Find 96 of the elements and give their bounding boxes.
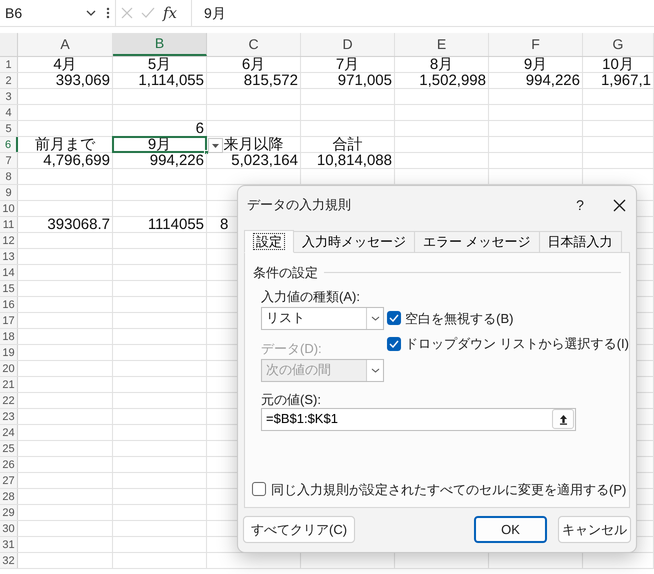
- row-header[interactable]: 31: [0, 537, 18, 552]
- checkbox-label: 同じ入力規則が設定されたすべてのセルに変更を適用する(P): [271, 480, 626, 499]
- row-header[interactable]: 19: [0, 345, 18, 360]
- upload-arrow-icon: [558, 414, 568, 424]
- tab[interactable]: 日本語入力: [538, 231, 622, 253]
- close-icon[interactable]: [613, 198, 626, 212]
- cell-text: 393,069: [56, 72, 110, 88]
- row-header[interactable]: 25: [0, 441, 18, 456]
- insert-function-button[interactable]: fx: [163, 2, 178, 24]
- row-header[interactable]: 16: [0, 297, 18, 312]
- caret-icon: [370, 316, 380, 320]
- checkbox[interactable]: [252, 482, 266, 496]
- checkbox-label: ドロップダウン リストから選択する(I): [405, 335, 629, 353]
- row-header[interactable]: 21: [0, 377, 18, 392]
- row-header[interactable]: 4: [0, 105, 18, 120]
- cell-text: 815,572: [244, 72, 298, 88]
- cell-text: 9月: [524, 56, 548, 72]
- dialog-button[interactable]: OK: [474, 516, 547, 543]
- cell-text: 994,226: [150, 152, 204, 168]
- row-header[interactable]: 30: [0, 521, 18, 536]
- row-header[interactable]: 27: [0, 473, 18, 488]
- row-header[interactable]: 20: [0, 361, 18, 376]
- cell-text: 10月: [602, 56, 634, 72]
- column-header[interactable]: F: [489, 33, 583, 56]
- dialog-button[interactable]: すべてクリア(C): [243, 516, 356, 543]
- cell-text: 4,796,699: [43, 152, 110, 168]
- column-header[interactable]: D: [301, 33, 395, 56]
- allow-dropdown[interactable]: リスト: [261, 306, 384, 330]
- checkbox[interactable]: [387, 336, 402, 351]
- formula-value: 9月: [204, 4, 226, 22]
- cell-text: 1,502,998: [419, 72, 486, 88]
- row-header[interactable]: 17: [0, 313, 18, 328]
- cell-text: 1114055: [148, 216, 204, 232]
- row-header[interactable]: 26: [0, 457, 18, 472]
- row-header[interactable]: 7: [0, 153, 18, 168]
- cell-text: 来月以降: [224, 136, 284, 152]
- more-icon[interactable]: [106, 7, 110, 19]
- cell-text: 6: [196, 120, 204, 136]
- row-header[interactable]: 5: [0, 121, 18, 136]
- cell-text: 1,114,055: [138, 72, 204, 88]
- cell-text: 393068.7: [47, 216, 110, 232]
- row-header[interactable]: 1: [0, 57, 18, 72]
- data-label: データ(D):: [261, 340, 323, 358]
- dialog-button[interactable]: キャンセル: [558, 516, 631, 543]
- cell-text: 前月まで: [35, 136, 95, 152]
- cell-text: 1,967,1: [600, 72, 651, 88]
- row-header[interactable]: 15: [0, 281, 18, 296]
- row-header[interactable]: 24: [0, 425, 18, 440]
- row-header[interactable]: 6: [0, 137, 18, 152]
- caret-icon: [212, 144, 219, 148]
- row-header[interactable]: 14: [0, 265, 18, 280]
- cell-text: 10,814,088: [316, 152, 392, 168]
- tab[interactable]: 設定: [244, 230, 294, 253]
- group-title: 条件の設定: [253, 264, 318, 282]
- cell-text: 8: [220, 216, 228, 232]
- check-icon[interactable]: [141, 7, 155, 19]
- row-header[interactable]: 28: [0, 489, 18, 504]
- cell-text: 4月: [53, 56, 77, 72]
- caret-icon: [370, 368, 380, 372]
- cell-text: 8月: [430, 56, 454, 72]
- cell-text: 971,005: [338, 72, 392, 88]
- cell-text: 994,226: [526, 72, 580, 88]
- row-header[interactable]: 23: [0, 409, 18, 424]
- help-button[interactable]: ?: [565, 194, 595, 216]
- cell-text: 7月: [336, 56, 360, 72]
- row-header[interactable]: 29: [0, 505, 18, 520]
- cell-text: 6月: [242, 56, 266, 72]
- row-header[interactable]: 11: [0, 217, 18, 232]
- checkbox-label: 空白を無視する(B): [405, 310, 514, 328]
- row-header[interactable]: 9: [0, 185, 18, 200]
- row-header[interactable]: 32: [0, 553, 18, 568]
- row-header[interactable]: 18: [0, 329, 18, 344]
- row-header[interactable]: 8: [0, 169, 18, 184]
- collapse-button[interactable]: [552, 409, 574, 429]
- row-header[interactable]: 12: [0, 233, 18, 248]
- row-header[interactable]: 10: [0, 201, 18, 216]
- dropdown-button[interactable]: [208, 138, 223, 153]
- dialog-title: データの入力規則: [247, 196, 352, 214]
- allow-label: 入力値の種類(A):: [261, 288, 361, 306]
- column-header[interactable]: E: [395, 33, 489, 56]
- cell-reference: B6: [5, 4, 22, 22]
- row-header[interactable]: 3: [0, 89, 18, 104]
- row-header[interactable]: 2: [0, 73, 18, 88]
- formula-field[interactable]: 9月: [192, 0, 654, 26]
- cell-text: 5,023,164: [231, 152, 298, 168]
- source-field[interactable]: =$B$1:$K$1: [261, 408, 576, 430]
- source-label: 元の値(S):: [261, 390, 322, 408]
- row-header[interactable]: 13: [0, 249, 18, 264]
- row-header[interactable]: 22: [0, 393, 18, 408]
- checkbox[interactable]: [387, 311, 402, 326]
- cell-text: 合計: [332, 136, 362, 152]
- caret-icon[interactable]: [86, 10, 96, 16]
- column-header[interactable]: B: [113, 33, 207, 56]
- column-header[interactable]: G: [583, 33, 654, 56]
- column-header[interactable]: C: [207, 33, 301, 56]
- cell-text: 5月: [148, 56, 172, 72]
